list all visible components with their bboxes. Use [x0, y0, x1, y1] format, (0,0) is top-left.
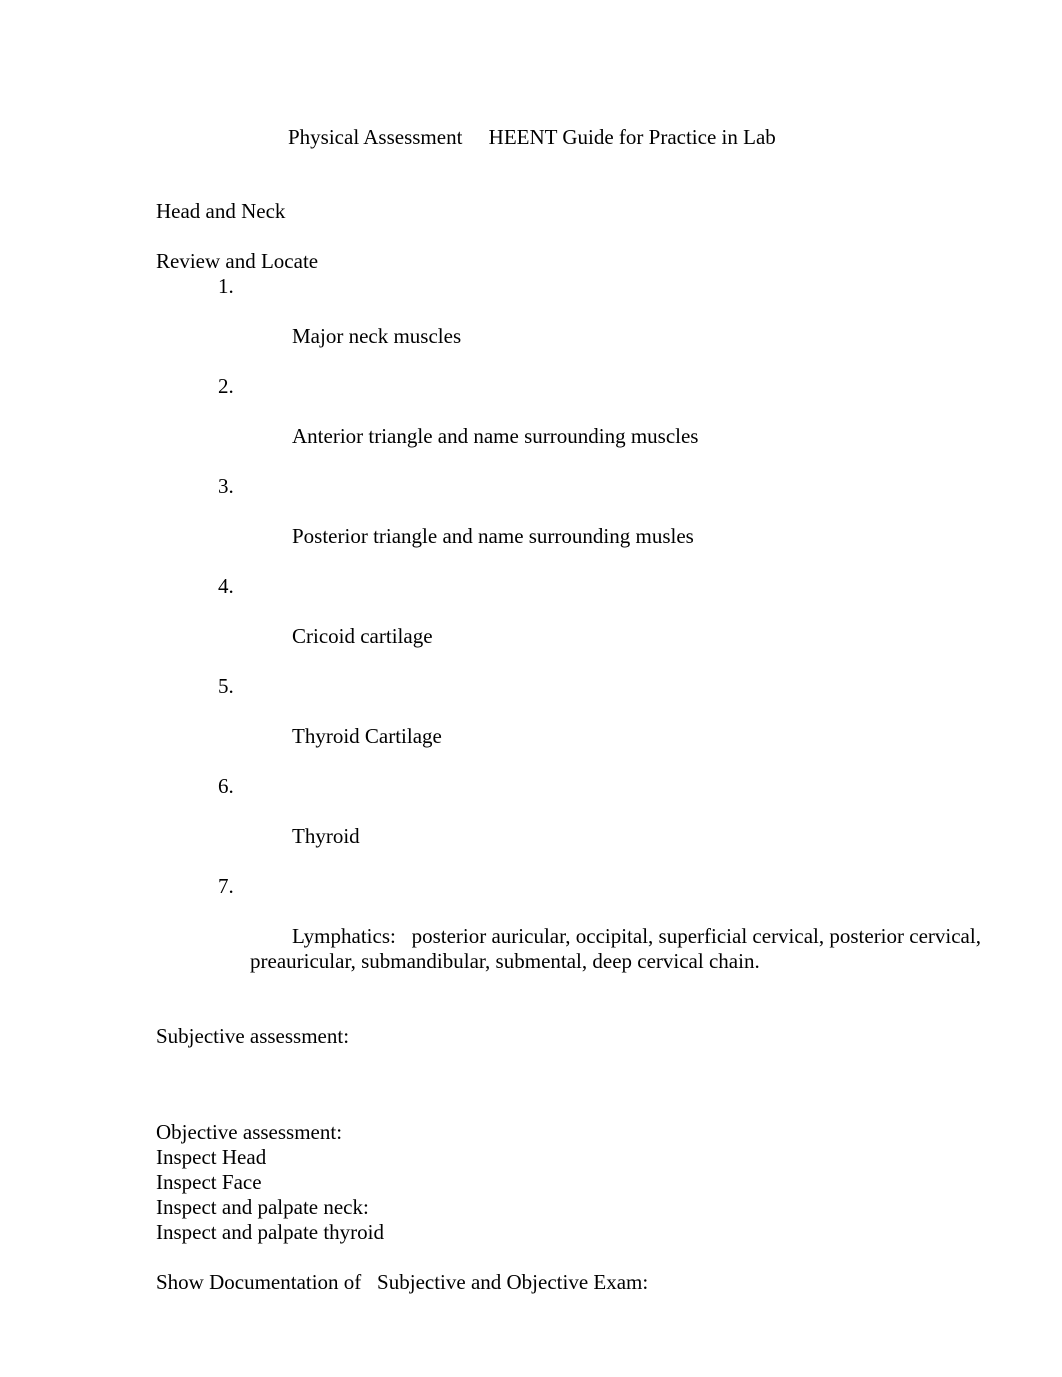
list-item: 2. Anterior triangle and name surroundin…	[156, 374, 986, 474]
objective-assessment-label: Objective assessment:	[156, 1120, 343, 1144]
list-item-label: Thyroid	[292, 824, 360, 848]
list-item-label: Lymphatics: posterior auricular, occipit…	[250, 924, 992, 973]
list-item: 4. Cricoid cartilage	[156, 574, 986, 674]
list-item-label: Thyroid Cartilage	[292, 724, 442, 748]
list-item: 6. Thyroid	[156, 774, 986, 874]
page-title: Physical Assessment HEENT Guide for Prac…	[288, 125, 776, 149]
blank-area-subjective-response	[156, 1049, 986, 1120]
heading-review-and-locate: Review and Locate	[156, 249, 319, 273]
list-item-marker: 7.	[218, 874, 234, 898]
objective-step-inspect-face: Inspect Face	[156, 1170, 262, 1194]
objective-step-inspect-head: Inspect Head	[156, 1145, 267, 1169]
list-item-marker: 4.	[218, 574, 234, 598]
list-item-label: Anterior triangle and name surrounding m…	[292, 424, 699, 448]
list-item-label: Posterior triangle and name surrounding …	[292, 524, 694, 548]
document-body: Head and Neck Review and Locate 1. Major…	[156, 199, 986, 1295]
list-item-marker: 6.	[218, 774, 234, 798]
subjective-assessment-label: Subjective assessment:	[156, 1024, 350, 1048]
list-item: 3. Posterior triangle and name surroundi…	[156, 474, 986, 574]
document-page: Physical Assessment HEENT Guide for Prac…	[0, 0, 1062, 1377]
list-item: 1. Major neck muscles	[156, 274, 986, 374]
list-item: 5. Thyroid Cartilage	[156, 674, 986, 774]
list-item: 7. Lymphatics: posterior auricular, occi…	[156, 874, 986, 999]
documentation-instruction: Show Documentation of Subjective and Obj…	[156, 1270, 649, 1294]
heading-head-and-neck: Head and Neck	[156, 199, 286, 223]
list-item-marker: 1.	[218, 274, 234, 298]
objective-step-inspect-palpate-thyroid: Inspect and palpate thyroid	[156, 1220, 385, 1244]
list-item-marker: 3.	[218, 474, 234, 498]
list-item-label: Cricoid cartilage	[292, 624, 433, 648]
review-and-locate-list: 1. Major neck muscles 2. Anterior triang…	[156, 274, 986, 999]
list-item-label: Major neck muscles	[292, 324, 462, 348]
list-item-marker: 2.	[218, 374, 234, 398]
objective-step-inspect-palpate-neck: Inspect and palpate neck:	[156, 1195, 369, 1219]
list-item-marker: 5.	[218, 674, 234, 698]
